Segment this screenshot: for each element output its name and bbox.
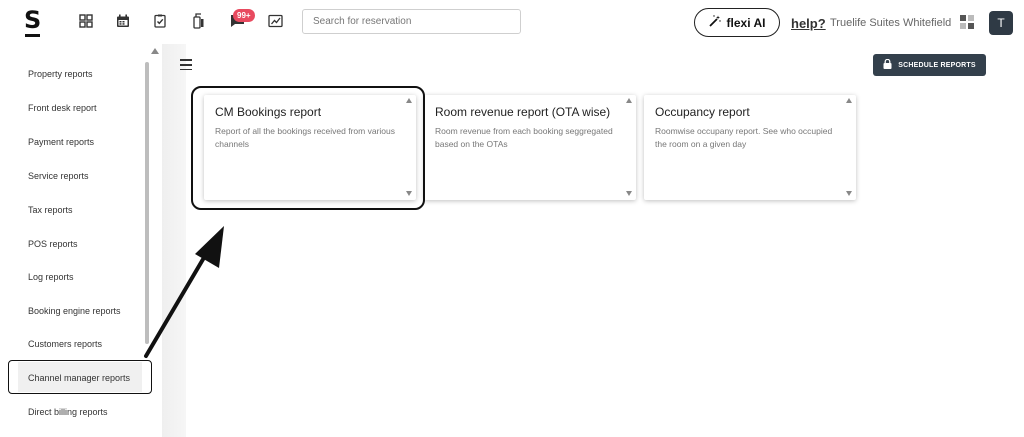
housekeeping-icon[interactable]	[189, 12, 207, 30]
checklist-icon[interactable]	[151, 12, 169, 30]
sidebar-scroll-up-arrow[interactable]	[151, 48, 159, 54]
top-bar: S 99+ flexi AI help? Truelife Suites Whi…	[0, 0, 1024, 44]
sidebar-item-log-reports[interactable]: Log reports	[28, 272, 74, 282]
sidebar-item-property-reports[interactable]: Property reports	[28, 69, 93, 79]
sidebar-scrollbar[interactable]	[145, 62, 149, 344]
hamburger-menu-icon[interactable]	[180, 59, 192, 71]
sidebar-item-direct-billing-reports[interactable]: Direct billing reports	[28, 407, 108, 417]
property-name[interactable]: Truelife Suites Whitefield	[830, 17, 951, 29]
card-title: Occupancy report	[655, 105, 750, 119]
notification-badge: 99+	[233, 9, 255, 22]
schedule-reports-label: SCHEDULE REPORTS	[898, 61, 976, 69]
card-scroll-up-icon[interactable]	[626, 98, 632, 103]
card-scroll-down-icon[interactable]	[626, 191, 632, 196]
search-input[interactable]	[302, 9, 521, 34]
help-link[interactable]: help?	[791, 16, 826, 31]
sidebar-item-service-reports[interactable]: Service reports	[28, 171, 89, 181]
card-description: Roomwise occupany report. See who occupi…	[655, 126, 833, 149]
sidebar-item-customers-reports[interactable]: Customers reports	[28, 339, 102, 349]
calendar-icon[interactable]	[114, 12, 132, 30]
sidebar-item-tax-reports[interactable]: Tax reports	[28, 205, 73, 215]
card-title: Room revenue report (OTA wise)	[435, 105, 611, 119]
sidebar-item-channel-manager-reports[interactable]: Channel manager reports	[28, 373, 130, 383]
flexi-ai-label: flexi AI	[726, 15, 766, 30]
sidebar-item-pos-reports[interactable]: POS reports	[28, 239, 78, 249]
sidebar-item-front-desk-report[interactable]: Front desk report	[28, 103, 97, 113]
report-card-occupancy[interactable]: Occupancy report Roomwise occupany repor…	[644, 95, 856, 200]
reports-icon[interactable]	[266, 12, 284, 30]
dashboard-icon[interactable]	[77, 12, 95, 30]
avatar[interactable]: T	[989, 11, 1013, 35]
apps-grid-icon[interactable]	[960, 15, 974, 29]
lock-icon	[883, 58, 892, 71]
sidebar-item-booking-engine-reports[interactable]: Booking engine reports	[28, 306, 121, 316]
sidebar-item-payment-reports[interactable]: Payment reports	[28, 137, 94, 147]
card-scroll-up-icon[interactable]	[846, 98, 852, 103]
flexi-ai-button[interactable]: flexi AI	[694, 8, 780, 37]
card-scroll-down-icon[interactable]	[846, 191, 852, 196]
schedule-reports-button[interactable]: SCHEDULE REPORTS	[873, 54, 986, 76]
magic-wand-icon	[708, 15, 721, 30]
card-description: Room revenue from each booking seggregat…	[435, 126, 613, 149]
sidebar-shadow	[162, 44, 186, 437]
app-logo[interactable]: S	[24, 8, 41, 32]
card-annotation-highlight	[191, 86, 425, 210]
report-card-room-revenue[interactable]: Room revenue report (OTA wise) Room reve…	[424, 95, 636, 200]
logo-underline	[25, 34, 40, 37]
